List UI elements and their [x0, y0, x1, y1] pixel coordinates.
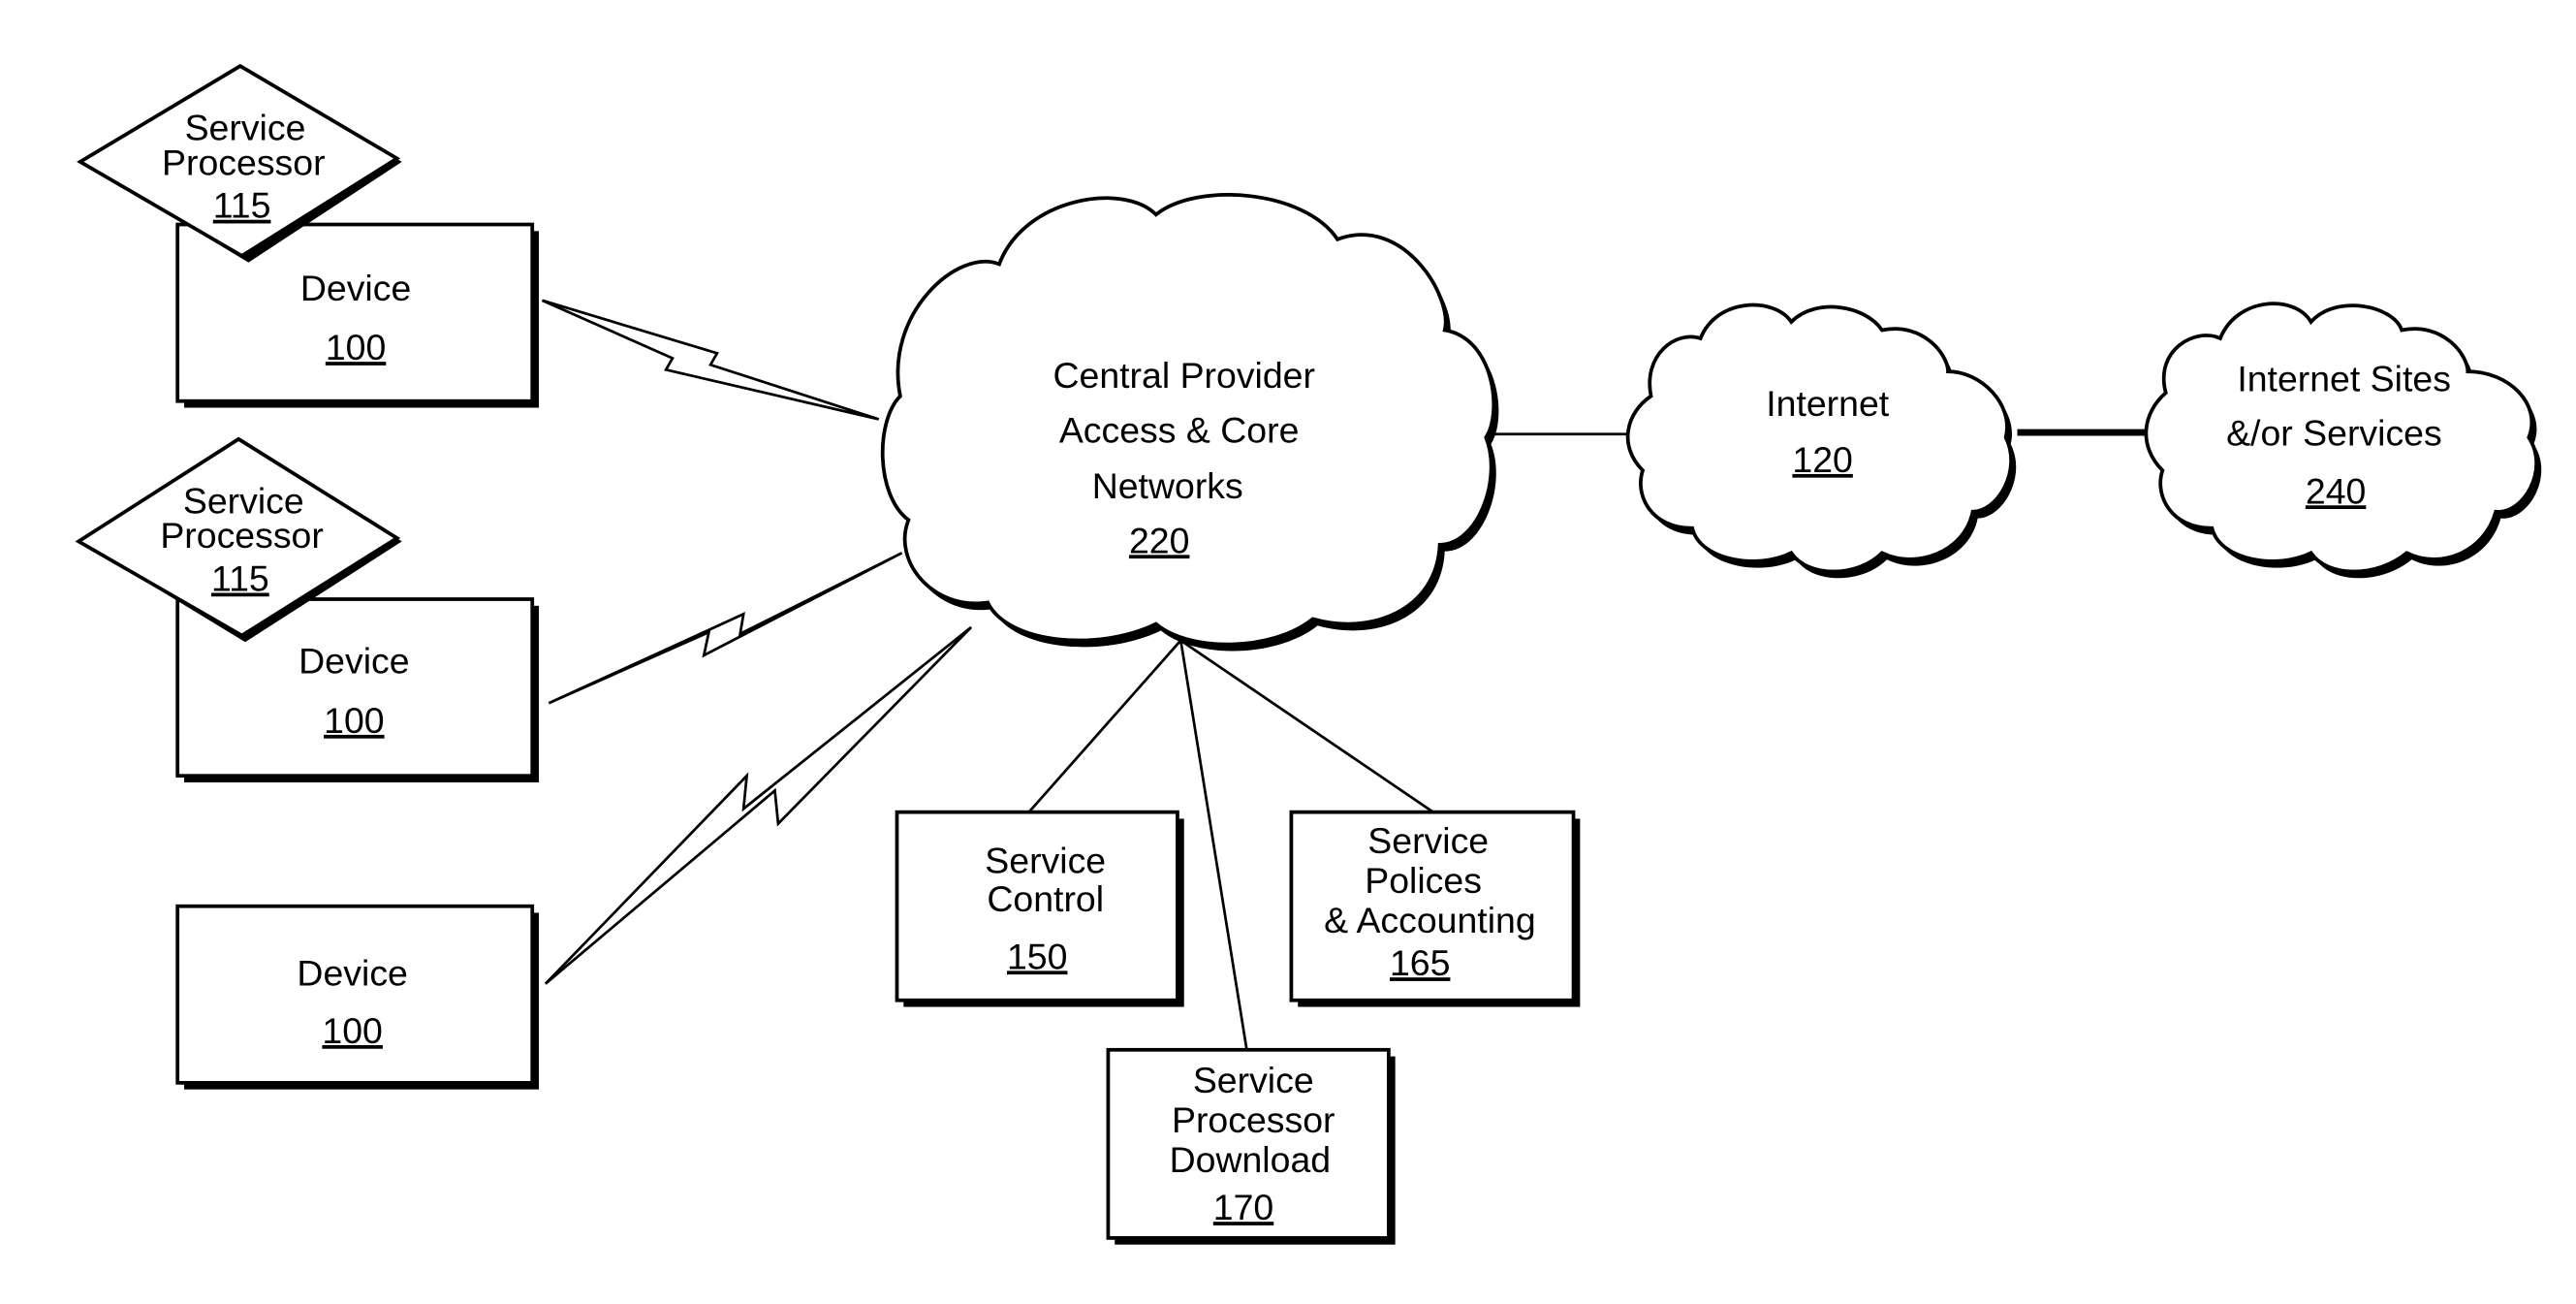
sp-download-line3: Download: [1170, 1139, 1332, 1180]
device-1-ref: 100: [326, 327, 386, 367]
internet-ref: 120: [1792, 439, 1852, 480]
device-1-label: Device: [300, 268, 411, 308]
service-policies-line3: & Accounting: [1324, 900, 1536, 940]
internet-cloud[interactable]: Internet 120: [1625, 302, 2017, 579]
device-3[interactable]: Device 100: [175, 904, 540, 1090]
internet-sites-line2: &/or Services: [2226, 413, 2442, 454]
service-processor-1-ref: 115: [213, 185, 271, 226]
internet-sites-cloud[interactable]: Internet Sites &/or Services 240: [2144, 302, 2542, 579]
device-3-ref: 100: [322, 1010, 382, 1051]
device-2-label: Device: [298, 641, 409, 682]
service-control-line1: Service: [985, 841, 1106, 881]
sp-download-ref: 170: [1213, 1187, 1273, 1227]
service-control-ref: 150: [1007, 936, 1067, 976]
network-diagram: Device 100 Device 100 Device 100 Service…: [75, 63, 2542, 1245]
device-3-label: Device: [297, 952, 407, 993]
link-core-to-service-policies: [1179, 639, 1434, 813]
sp-download-line1: Service: [1193, 1060, 1314, 1100]
service-processor-2-line2: Processor: [160, 515, 324, 556]
service-policies-box[interactable]: Service Polices & Accounting 165: [1289, 810, 1581, 1007]
sp-download-box[interactable]: Service Processor Download 170: [1106, 1047, 1396, 1245]
service-policies-line2: Polices: [1365, 860, 1482, 901]
link-core-to-service-control: [1027, 639, 1182, 813]
core-network-line3: Networks: [1092, 465, 1243, 506]
internet-label: Internet: [1766, 383, 1890, 424]
service-control-line2: Control: [987, 878, 1104, 919]
link-core-to-sp-download: [1178, 640, 1248, 1051]
service-control-box[interactable]: Service Control 150: [895, 810, 1184, 1007]
service-policies-line1: Service: [1367, 820, 1489, 861]
service-processor-2-ref: 115: [211, 558, 269, 599]
wireless-link-2-icon: [548, 552, 903, 705]
core-network-cloud[interactable]: Central Provider Access & Core Networks …: [880, 193, 1499, 652]
sp-download-line2: Processor: [1172, 1099, 1335, 1140]
service-processor-1-line2: Processor: [162, 142, 326, 182]
wireless-link-1-icon: [541, 299, 880, 421]
internet-sites-ref: 240: [2306, 470, 2366, 511]
device-2-ref: 100: [324, 700, 384, 741]
service-policies-ref: 165: [1390, 942, 1450, 983]
core-network-line1: Central Provider: [1052, 355, 1315, 396]
core-network-ref: 220: [1129, 520, 1189, 560]
core-network-line2: Access & Core: [1059, 409, 1300, 450]
internet-sites-line1: Internet Sites: [2237, 358, 2451, 398]
